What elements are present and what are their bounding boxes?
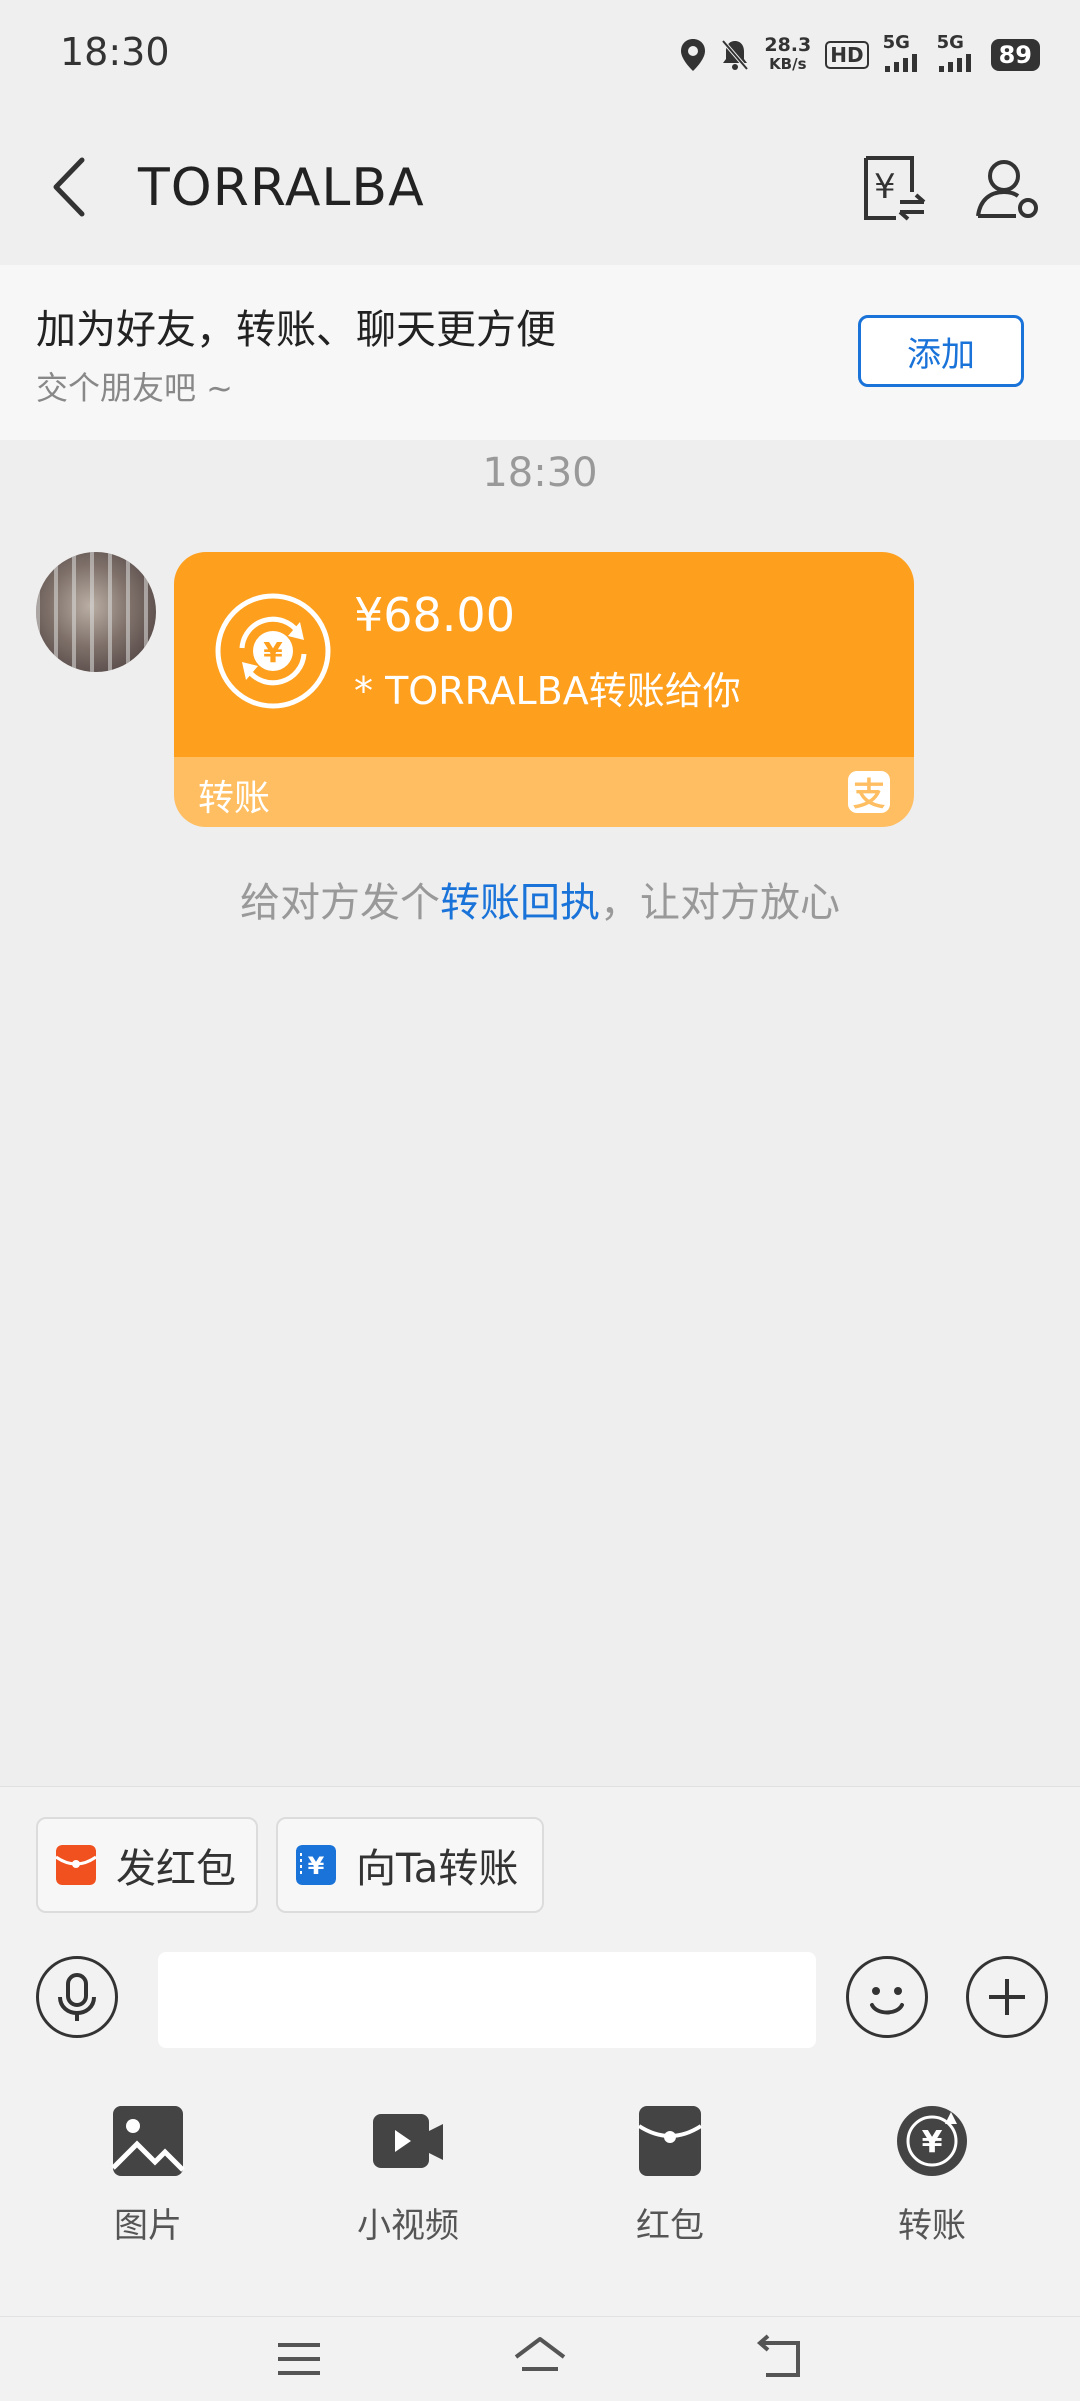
svg-text:¥: ¥ [922,2125,943,2160]
transfer-to-label: 向Ta转账 [356,1846,519,1892]
alipay-logo-icon: 支 [848,771,890,813]
avatar[interactable] [36,552,156,672]
tool-red-packet[interactable]: 红包 [580,2104,760,2284]
svg-text:¥: ¥ [874,167,896,207]
signal-5g-1: 5G [883,34,923,76]
tool-video[interactable]: 小视频 [318,2104,498,2284]
transfer-card-icon: ¥ [296,1845,336,1885]
back-arrow-icon[interactable] [40,152,100,222]
send-red-packet-button[interactable]: 发红包 [36,1817,258,1913]
signal-bars-icon [884,54,917,72]
tool-image[interactable]: 图片 [58,2104,238,2284]
status-icons: 28.3 KB/s HD 5G 5G 89 [680,30,1040,80]
avatar-image [36,552,156,672]
image-icon [111,2106,185,2176]
smiley-icon [870,1987,904,2015]
net2-label: 5G [936,32,964,53]
emoji-button[interactable] [846,1956,928,2038]
signal-5g-2: 5G [937,34,977,76]
card-footer: 转账 支 [174,757,914,827]
more-button[interactable] [966,1956,1048,2038]
tool-image-label: 图片 [114,2206,182,2246]
net1-label: 5G [882,32,910,53]
tool-transfer-label: 转账 [898,2206,966,2246]
status-bar: 18:30 28.3 KB/s HD 5G 5G 89 [0,0,1080,110]
transfer-coin-icon: ¥ [215,593,331,709]
receipt-prefix: 给对方发个 [240,880,440,926]
transfer-tag: 转账 [198,778,271,819]
mute-bell-icon [721,39,749,71]
tool-transfer[interactable]: ¥ 转账 [842,2104,1022,2284]
receipt-link[interactable]: 转账回执 [440,880,600,926]
signal-bars-icon [938,54,971,72]
system-nav-bar [0,2316,1080,2401]
chat-header: TORRALBA ¥ [0,110,1080,265]
receipt-hint: 给对方发个转账回执，让对方放心 [0,870,1080,928]
quick-actions-bar: 发红包 ¥ 向Ta转账 [0,1786,1080,1937]
speed-unit: KB/s [769,55,807,73]
transfer-to-button[interactable]: ¥ 向Ta转账 [276,1817,544,1913]
add-friend-banner: 加为好友，转账、聊天更方便 交个朋友吧 ~ 添加 [0,265,1080,440]
message-input[interactable] [158,1952,816,2048]
location-icon [681,39,706,71]
speed-value: 28.3 [764,34,812,56]
transfer-record-icon[interactable]: ¥ [856,152,928,224]
plus-icon [989,1979,1025,2015]
add-friend-button[interactable]: 添加 [858,315,1024,387]
tool-video-label: 小视频 [357,2206,459,2246]
hd-badge: HD [825,41,869,69]
svg-text:¥: ¥ [263,636,283,669]
transfer-message-card[interactable]: ¥ ¥68.00 * TORRALBA转账给你 转账 支 [174,552,914,827]
banner-title: 加为好友，转账、聊天更方便 [36,307,556,353]
red-packet-icon [56,1845,96,1885]
red-packet-icon [637,2106,703,2176]
message-timestamp: 18:30 [482,450,598,496]
transfer-amount: ¥68.00 [354,588,515,642]
home-icon[interactable] [510,2333,570,2383]
back-nav-icon[interactable] [754,2333,808,2383]
banner-subtitle: 交个朋友吧 ~ [36,369,233,407]
input-row [0,1936,1080,2076]
chat-title: TORRALBA [138,158,425,218]
receipt-suffix: ，让对方放心 [600,880,840,926]
transfer-icon: ¥ [897,2106,967,2176]
tools-panel: 图片 小视频 红包 ¥ 转账 [0,2076,1080,2316]
transfer-description: * TORRALBA转账给你 [354,669,741,713]
svg-text:¥: ¥ [308,1852,325,1880]
send-red-packet-label: 发红包 [116,1846,236,1892]
battery-indicator: 89 [990,39,1040,71]
voice-button[interactable] [36,1956,118,2038]
tool-red-packet-label: 红包 [636,2206,704,2246]
microphone-icon [58,1973,96,2021]
network-speed: 28.3 KB/s [764,36,811,74]
status-time: 18:30 [60,30,170,74]
menu-icon[interactable] [274,2337,324,2381]
profile-settings-icon[interactable] [972,152,1044,224]
card-body: ¥ ¥68.00 * TORRALBA转账给你 [174,552,914,757]
video-icon [373,2114,443,2168]
